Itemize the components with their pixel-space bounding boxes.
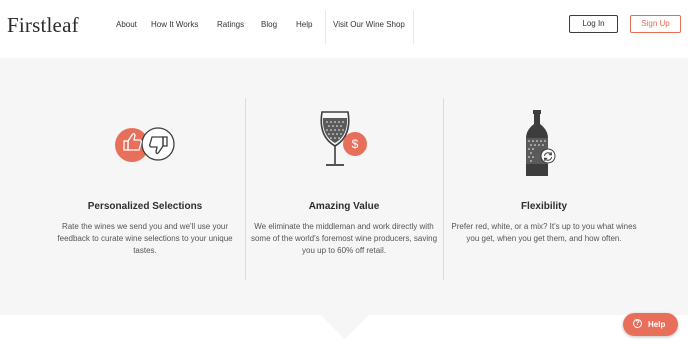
feature-flexibility: Flexibility Prefer red, white, or a mix?… <box>444 58 644 315</box>
thumbs-up-down-icon <box>115 127 175 162</box>
help-label: Help <box>648 320 666 329</box>
nav-wine-shop[interactable]: Visit Our Wine Shop <box>333 20 405 29</box>
nav-how-it-works[interactable]: How It Works <box>151 20 198 29</box>
feature-text: Rate the wines we send you and we'll use… <box>57 222 233 255</box>
help-button[interactable]: ? Help <box>623 313 678 336</box>
section-pointer <box>321 315 369 339</box>
nav-help[interactable]: Help <box>296 20 312 29</box>
feature-text: We eliminate the middleman and work dire… <box>250 222 438 255</box>
feature-personalized: Personalized Selections Rate the wines w… <box>45 58 245 315</box>
wine-glass-dollar-icon: $ <box>320 111 367 166</box>
logo[interactable]: Firstleaf <box>7 13 79 38</box>
signup-button[interactable]: Sign Up <box>630 15 681 33</box>
svg-text:$: $ <box>352 137 359 151</box>
nav-divider <box>325 10 326 44</box>
login-button[interactable]: Log In <box>569 15 618 33</box>
features-band: Personalized Selections Rate the wines w… <box>0 58 688 315</box>
nav-blog[interactable]: Blog <box>261 20 277 29</box>
feature-title: Personalized Selections <box>87 201 203 212</box>
nav-divider <box>413 10 414 44</box>
feature-title: Flexibility <box>520 201 568 212</box>
nav-about[interactable]: About <box>116 20 137 29</box>
wine-bottle-refresh-icon <box>526 110 556 176</box>
question-icon: ? <box>633 319 642 328</box>
site-header: Firstleaf About How It Works Ratings Blo… <box>0 0 688 50</box>
feature-text: Prefer red, white, or a mix? It's up to … <box>451 222 637 243</box>
nav-ratings[interactable]: Ratings <box>217 20 244 29</box>
feature-title: Amazing Value <box>308 201 380 212</box>
feature-value: $ Amazing Value We eliminate the middlem… <box>244 58 444 315</box>
